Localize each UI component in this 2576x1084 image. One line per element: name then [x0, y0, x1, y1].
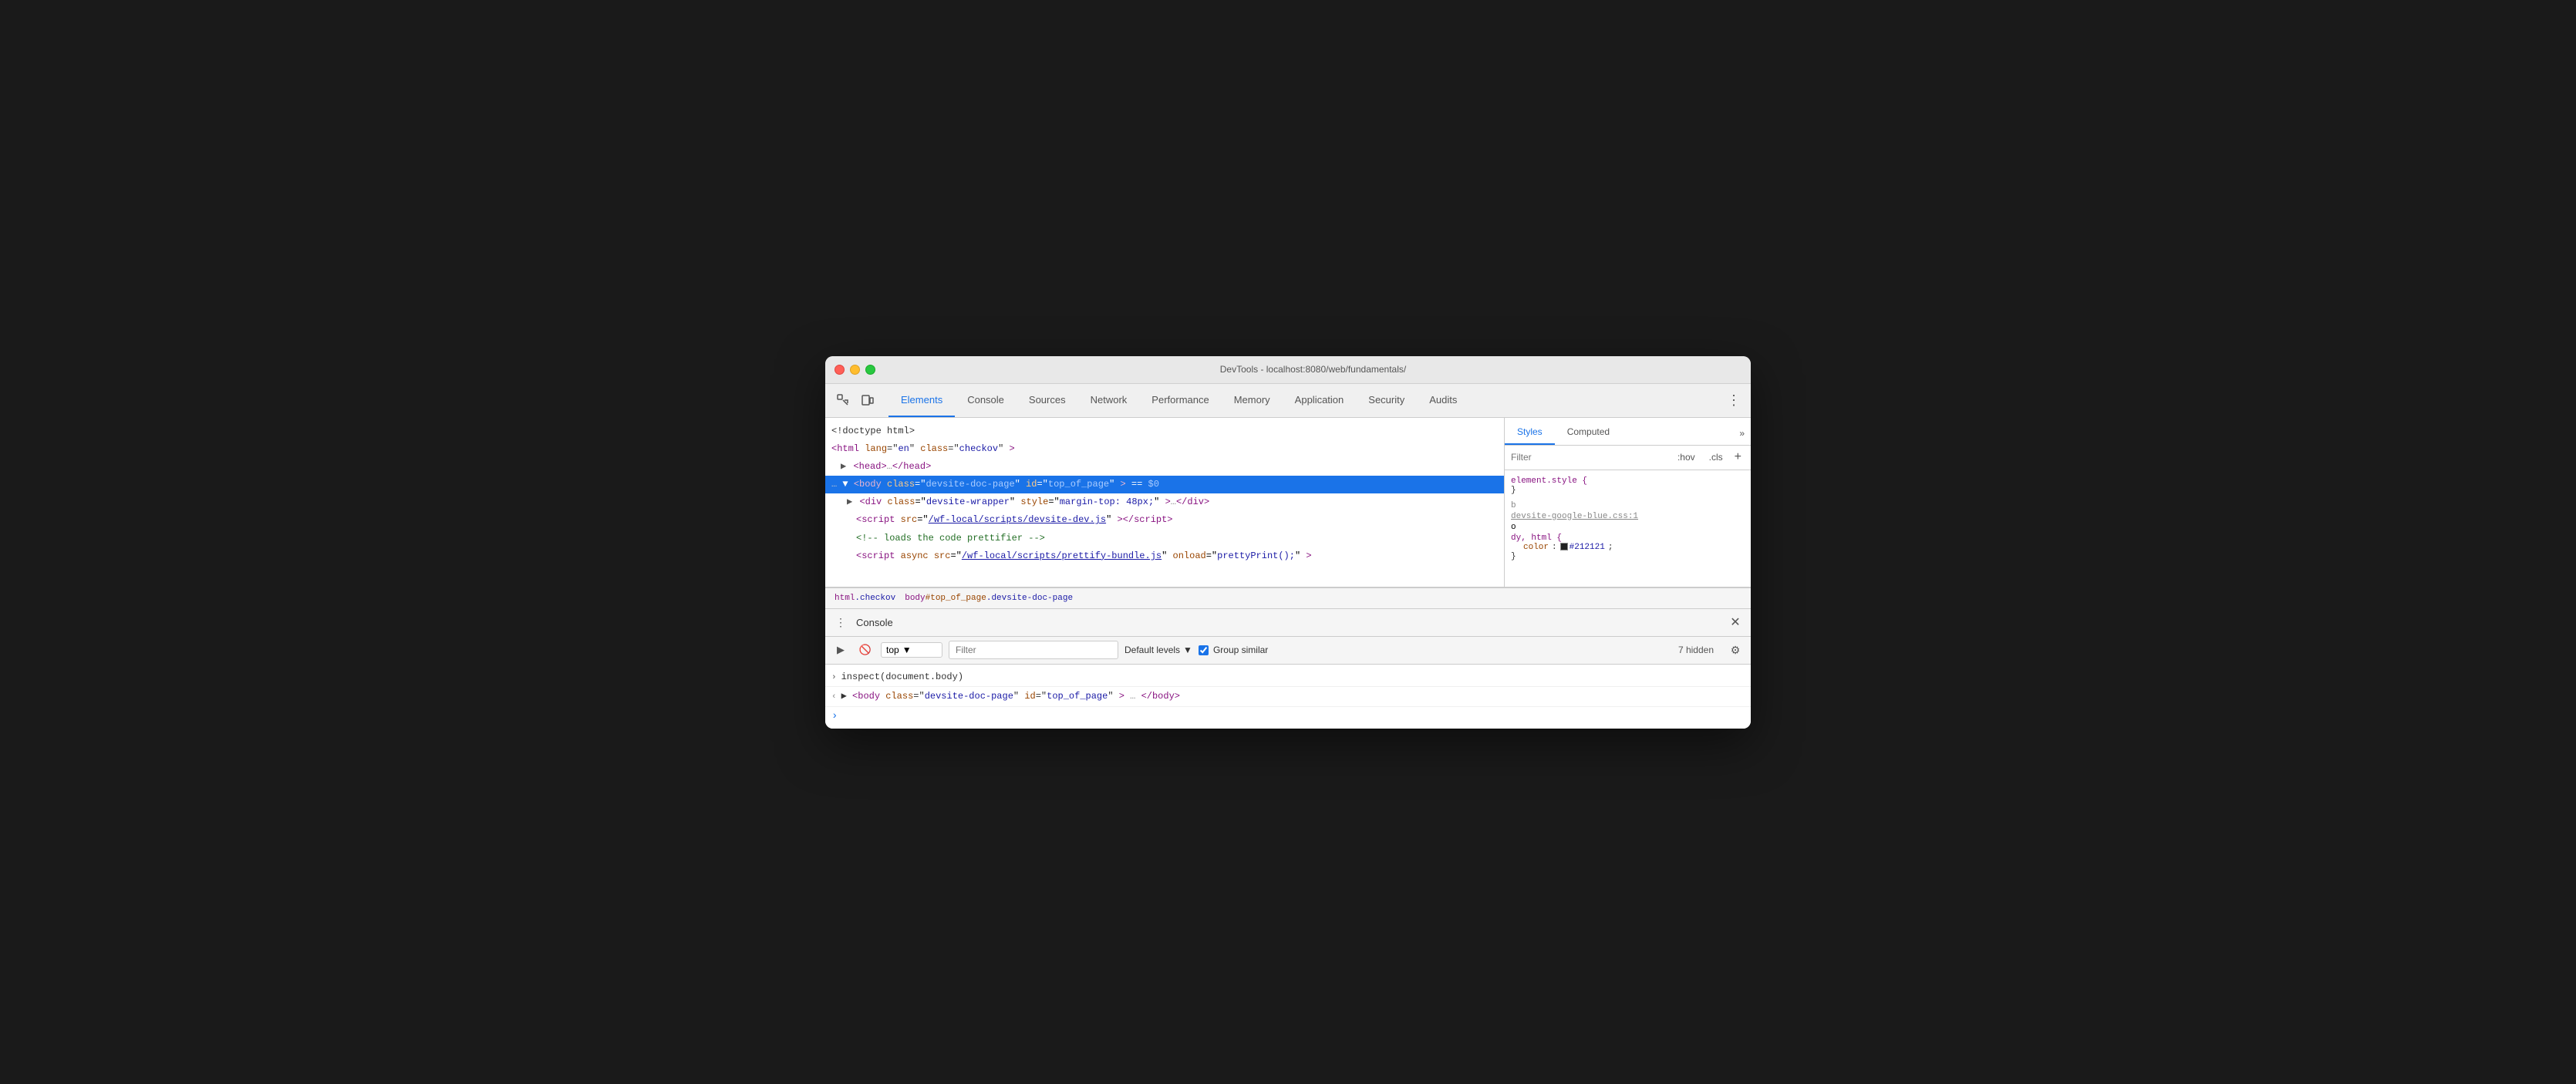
console-title: Console	[856, 617, 893, 628]
breadcrumb-html[interactable]: html.checkov	[831, 592, 899, 604]
execute-button[interactable]: ▶	[831, 641, 850, 659]
tab-elements[interactable]: Elements	[888, 383, 955, 417]
hidden-count: 7 hidden	[1678, 645, 1720, 655]
filter-buttons: :hov .cls +	[1672, 449, 1745, 465]
tab-security[interactable]: Security	[1356, 383, 1417, 417]
doctype-line: <!doctype html>	[825, 422, 1504, 440]
body-style-origin-link[interactable]: devsite-google-blue.css:1	[1511, 512, 1745, 521]
styles-filter-bar: :hov .cls +	[1505, 446, 1751, 470]
breadcrumb-bar: html.checkov body#top_of_page.devsite-do…	[825, 587, 1751, 609]
styles-panel: Styles Computed » :hov .cls + eleme	[1504, 418, 1751, 587]
tab-more-area: ⋮	[1723, 389, 1745, 411]
breadcrumb-body[interactable]: body#top_of_page.devsite-doc-page	[902, 592, 1076, 604]
console-output[interactable]: › inspect(document.body) ‹ ▶ <body class…	[825, 665, 1751, 729]
device-toggle-button[interactable]	[856, 389, 879, 412]
levels-label: Default levels	[1124, 645, 1180, 655]
maximize-button[interactable]	[865, 365, 875, 375]
body-style-close: }	[1511, 552, 1745, 561]
traffic-lights	[835, 365, 875, 375]
color-property[interactable]: color : #212121 ;	[1511, 543, 1745, 552]
div-line[interactable]: ▶ <div class="devsite-wrapper" style="ma…	[825, 493, 1504, 511]
console-filter-input[interactable]	[949, 641, 1118, 659]
tab-memory[interactable]: Memory	[1222, 383, 1283, 417]
head-line[interactable]: ▶ <head>…</head>	[825, 458, 1504, 476]
more-tabs-button[interactable]: ⋮	[1723, 389, 1745, 411]
tab-console[interactable]: Console	[955, 383, 1017, 417]
body-style-rule: b devsite-google-blue.css:1 o dy, html {…	[1511, 501, 1745, 561]
console-prompt[interactable]: ›	[825, 707, 1751, 725]
html-line: <html lang="en" class="checkov" >	[825, 440, 1504, 458]
titlebar: DevTools - localhost:8080/web/fundamenta…	[825, 356, 1751, 384]
tab-network[interactable]: Network	[1078, 383, 1140, 417]
group-similar-label: Group similar	[1213, 645, 1268, 655]
tab-sources[interactable]: Sources	[1017, 383, 1078, 417]
body-element-result: ▶ <body class="devsite-doc-page" id="top…	[841, 689, 1745, 703]
styles-tabs: Styles Computed »	[1505, 418, 1751, 446]
element-style-rule: element.style { }	[1511, 476, 1745, 495]
comment-line: <!-- loads the code prettifier -->	[825, 530, 1504, 547]
styles-tab[interactable]: Styles	[1505, 426, 1555, 445]
console-input[interactable]	[842, 711, 1745, 722]
body-line-selected[interactable]: … ▼ <body class="devsite-doc-page" id="t…	[825, 476, 1504, 493]
console-close-button[interactable]: ✕	[1726, 613, 1745, 631]
body-dy-html-selector: dy, html {	[1511, 534, 1745, 543]
styles-content: element.style { } b devsite-google-blue.…	[1505, 470, 1751, 587]
hov-filter-button[interactable]: :hov	[1672, 449, 1701, 465]
prompt-arrow-icon: ›	[831, 710, 838, 722]
script2-line[interactable]: <script async src="/wf-local/scripts/pre…	[825, 547, 1504, 565]
console-section: ⋮ Console ✕ ▶ 🚫 top ▼ Default levels ▼ G…	[825, 609, 1751, 729]
devtools-tabs-bar: Elements Console Sources Network Perform…	[825, 384, 1751, 418]
body-style-origin: b	[1511, 501, 1745, 510]
devtools-icons	[831, 389, 879, 412]
cls-filter-button[interactable]: .cls	[1704, 449, 1728, 465]
group-similar-control: Group similar	[1199, 645, 1268, 655]
left-arrow-icon: ‹	[831, 691, 837, 704]
script1-line[interactable]: <script src="/wf-local/scripts/devsite-d…	[825, 511, 1504, 529]
context-label: top	[886, 645, 899, 655]
minimize-button[interactable]	[850, 365, 860, 375]
console-toolbar: ▶ 🚫 top ▼ Default levels ▼ Group similar…	[825, 637, 1751, 665]
tab-list: Elements Console Sources Network Perform…	[888, 383, 1723, 417]
elements-panel[interactable]: <!doctype html> <html lang="en" class="c…	[825, 418, 1504, 587]
context-arrow-icon: ▼	[902, 645, 912, 655]
console-settings-button[interactable]: ⚙	[1726, 641, 1745, 659]
console-menu-button[interactable]: ⋮	[831, 613, 850, 631]
tab-audits[interactable]: Audits	[1417, 383, 1469, 417]
computed-tab[interactable]: Computed	[1555, 426, 1622, 445]
tab-application[interactable]: Application	[1283, 383, 1357, 417]
right-arrow-icon: ›	[831, 672, 837, 685]
styles-filter-input[interactable]	[1511, 452, 1666, 463]
main-content-area: <!doctype html> <html lang="en" class="c…	[825, 418, 1751, 587]
inspect-element-button[interactable]	[831, 389, 855, 412]
group-similar-checkbox[interactable]	[1199, 645, 1209, 655]
levels-arrow-icon: ▼	[1183, 645, 1192, 655]
console-header: ⋮ Console ✕	[825, 609, 1751, 637]
element-style-close: }	[1511, 486, 1745, 495]
add-style-button[interactable]: +	[1731, 450, 1745, 464]
devtools-window: DevTools - localhost:8080/web/fundamenta…	[825, 356, 1751, 729]
body-style-selector: o	[1511, 523, 1745, 532]
context-selector[interactable]: top ▼	[881, 642, 942, 658]
levels-selector[interactable]: Default levels ▼	[1124, 645, 1192, 655]
clear-console-button[interactable]: 🚫	[856, 641, 875, 659]
element-style-selector: element.style {	[1511, 476, 1745, 486]
close-button[interactable]	[835, 365, 845, 375]
tab-performance[interactable]: Performance	[1139, 383, 1221, 417]
console-inspect-line: › inspect(document.body)	[825, 668, 1751, 688]
more-style-tabs[interactable]: »	[1733, 428, 1751, 445]
window-title: DevTools - localhost:8080/web/fundamenta…	[885, 364, 1741, 375]
inspect-command: inspect(document.body)	[841, 670, 1745, 684]
console-result-line: ‹ ▶ <body class="devsite-doc-page" id="t…	[825, 687, 1751, 707]
